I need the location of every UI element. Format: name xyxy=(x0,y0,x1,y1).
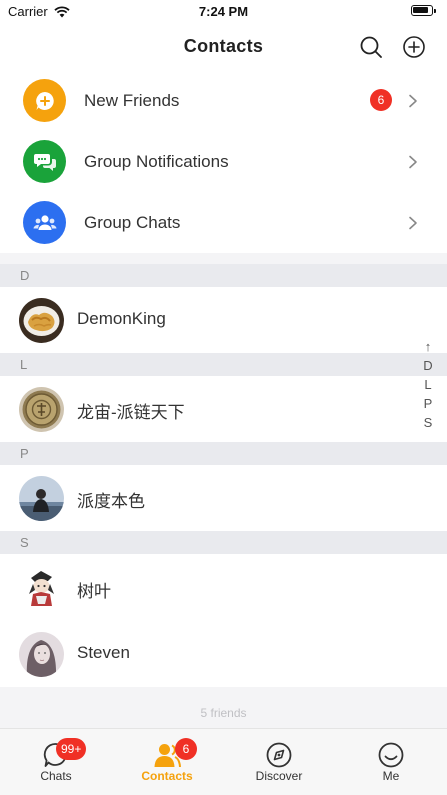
tab-label: Chats xyxy=(40,769,72,783)
contact-row-demonking[interactable]: DemonKing xyxy=(0,287,447,353)
avatar xyxy=(19,566,64,611)
avatar xyxy=(19,298,64,343)
group-notifications-row[interactable]: Group Notifications xyxy=(0,131,447,192)
contact-name: 树叶 xyxy=(77,582,111,601)
chevron-right-icon xyxy=(409,216,417,229)
add-circle-icon[interactable] xyxy=(402,35,426,59)
chevron-right-icon xyxy=(409,94,417,107)
contact-row-paidu[interactable]: 派度本色 xyxy=(0,465,447,531)
contact-name: 龙宙-派链天下 xyxy=(77,403,185,422)
avatar xyxy=(19,476,64,521)
divider xyxy=(0,253,447,264)
contact-row-shuye[interactable]: 树叶 xyxy=(0,555,447,621)
tab-label: Contacts xyxy=(141,769,193,783)
battery-icon xyxy=(411,5,436,16)
new-friends-icon xyxy=(23,79,66,122)
nav-bar: Contacts xyxy=(0,24,447,70)
index-arrow-up-icon[interactable]: ↑ xyxy=(418,337,438,356)
status-time: 7:24 PM xyxy=(198,4,249,19)
group-chats-icon xyxy=(23,201,66,244)
section-header-l: L xyxy=(0,353,447,376)
smiley-face-icon xyxy=(378,742,404,768)
avatar xyxy=(19,387,64,432)
section-header-d: D xyxy=(0,264,447,287)
tab-contacts[interactable]: 6 Contacts xyxy=(117,729,217,795)
tab-chats[interactable]: 99+ Chats xyxy=(6,729,106,795)
index-letter-d[interactable]: D xyxy=(418,356,438,375)
contact-row-steven[interactable]: Steven xyxy=(0,621,447,687)
index-letter-s[interactable]: S xyxy=(418,413,438,432)
tab-label: Me xyxy=(382,769,400,783)
alphabet-index[interactable]: ↑ D L P S xyxy=(418,337,438,432)
new-friends-label: New Friends xyxy=(84,90,180,110)
chats-badge: 99+ xyxy=(56,738,87,760)
section-header-p: P xyxy=(0,442,447,465)
group-notifications-icon xyxy=(23,140,66,183)
contact-name: DemonKing xyxy=(77,309,166,328)
contact-row-longzhou[interactable]: 龙宙-派链天下 xyxy=(0,376,447,442)
group-chats-row[interactable]: Group Chats xyxy=(0,192,447,253)
tab-bar: 99+ Chats 6 Contacts Discover Me xyxy=(0,728,447,795)
plus-chat-icon xyxy=(35,91,54,110)
section-header-s: S xyxy=(0,531,447,554)
contacts-badge: 6 xyxy=(175,738,197,760)
status-bar: Carrier 7:24 PM xyxy=(0,0,447,24)
chevron-right-icon xyxy=(409,155,417,168)
contact-name: 派度本色 xyxy=(77,492,145,511)
friends-count: 5 friends xyxy=(200,706,247,720)
tab-label: Discover xyxy=(255,769,303,783)
index-letter-l[interactable]: L xyxy=(418,375,438,394)
tab-discover[interactable]: Discover xyxy=(229,729,329,795)
chat-bubbles-icon xyxy=(33,153,56,171)
group-chats-label: Group Chats xyxy=(84,212,181,232)
new-friends-badge: 6 xyxy=(370,89,392,111)
compass-icon xyxy=(266,742,292,768)
new-friends-row[interactable]: New Friends 6 xyxy=(0,70,447,131)
search-icon[interactable] xyxy=(359,35,383,59)
contact-name: Steven xyxy=(77,643,130,662)
group-icon xyxy=(33,214,56,230)
index-letter-p[interactable]: P xyxy=(418,394,438,413)
group-notifications-label: Group Notifications xyxy=(84,151,229,171)
avatar xyxy=(19,632,64,677)
tab-me[interactable]: Me xyxy=(341,729,441,795)
